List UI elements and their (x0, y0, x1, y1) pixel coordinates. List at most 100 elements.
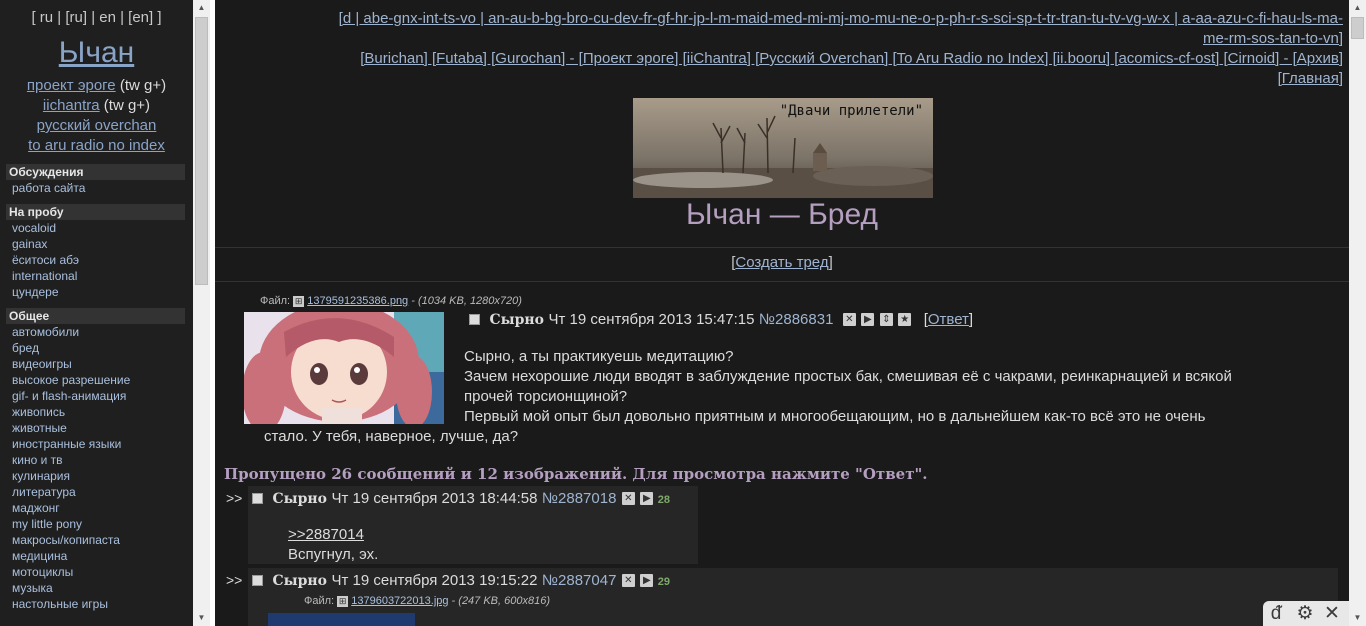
favorite-star-icon[interactable]: ★ (898, 313, 912, 327)
hide-post-icon[interactable]: ✕ (621, 574, 635, 588)
project-link-radio[interactable]: to aru radio no index (28, 137, 165, 154)
nav-item[interactable]: литература (12, 485, 76, 499)
nav-item[interactable]: бред (12, 341, 39, 355)
create-thread-link[interactable]: Создать тред (735, 254, 828, 271)
scroll-down-arrow[interactable]: ▼ (193, 610, 210, 626)
op-file-link[interactable]: 1379591235386.png (307, 295, 408, 307)
nav-item[interactable]: животные (12, 421, 67, 435)
file-label: Файл: (260, 295, 291, 307)
nav-item[interactable]: international (12, 269, 77, 283)
hide-post-icon[interactable]: ✕ (621, 492, 635, 506)
close-icon[interactable]: ✕ (1321, 603, 1343, 625)
project-link-overchan[interactable]: русский overchan (37, 117, 157, 134)
nav-item[interactable]: my little pony (12, 517, 82, 531)
message-line: Сырно, а ты практикуешь медитацию? (464, 348, 734, 365)
dollchan-toolbar: ᵭ ⚙ ✕ ★ ⟳ ← → ↑ ↓ ⚲ ▨ (1263, 601, 1349, 626)
post-date: Чт 19 сентября 2013 19:15:22 (331, 572, 538, 589)
banner-image: "Двачи прилетели" (633, 98, 933, 198)
reply-header: Сырно Чт 19 сентября 2013 19:15:22 №2887… (252, 572, 670, 590)
reply-arrows: >> (226, 490, 243, 506)
nav-section-trial: На пробу vocaloid gainax ёситоси абэ int… (6, 204, 185, 300)
post-number[interactable]: №2887047 (542, 572, 617, 589)
gear-icon[interactable]: ⚙ (1294, 603, 1316, 625)
post-number[interactable]: №2886831 (759, 311, 834, 328)
reply-post: Сырно Чт 19 сентября 2013 19:15:22 №2887… (248, 568, 1338, 626)
nav-item[interactable]: кино и тв (12, 453, 63, 467)
banner-caption: "Двачи прилетели" (780, 103, 923, 119)
op-message: Сырно, а ты практикуешь медитацию? Зачем… (464, 347, 1232, 427)
nav-item[interactable]: настольные игры (12, 597, 108, 611)
nav-section-title: На пробу (6, 204, 185, 220)
project-link-iichantra[interactable]: iichantra (43, 97, 100, 114)
post-checkbox[interactable] (252, 493, 263, 505)
message-line: прочей торсионщиной? (464, 388, 628, 405)
board-title: Ычан — Бред (685, 198, 878, 231)
main-scrollbar[interactable]: ▲ ▼ (1349, 0, 1366, 626)
nav-section-discussion: Обсуждения работа сайта (6, 164, 185, 196)
scroll-up-arrow[interactable]: ▲ (1349, 0, 1366, 16)
board-banner: "Двачи прилетели" (633, 98, 933, 198)
nav-scrollbar[interactable]: ▲ ▼ (193, 0, 210, 626)
message-line: стало. У тебя, наверное, лучше, да? (264, 428, 519, 445)
board-list-line[interactable]: me-rm-sos-tan-to-vn] (255, 29, 1343, 49)
nav-item[interactable]: автомобили (12, 325, 79, 339)
reply-header: Сырно Чт 19 сентября 2013 18:44:58 №2887… (252, 490, 670, 508)
nav-item[interactable]: высокое разрешение (12, 373, 130, 387)
divider (215, 247, 1349, 248)
scroll-thumb[interactable] (1351, 17, 1364, 39)
board-list-line[interactable]: [d | abe-gnx-int-ts-vo | an-au-b-bg-bro-… (255, 9, 1343, 29)
project-link-eroge[interactable]: проект эроге (27, 77, 116, 94)
play-icon[interactable]: ▶ (861, 313, 875, 327)
nav-item[interactable]: ёситоси абэ (12, 253, 79, 267)
site-logo-link[interactable]: Ычан (59, 36, 134, 69)
scroll-up-arrow[interactable]: ▲ (193, 0, 210, 16)
op-file-info: Файл: ⊞ 1379591235386.png - (1034 KB, 12… (260, 295, 522, 307)
omitted-notice: Пропущено 26 сообщений и 12 изображений.… (224, 465, 928, 483)
scroll-down-arrow[interactable]: ▼ (1349, 610, 1366, 626)
quote-link[interactable]: >>2887014 (288, 525, 364, 545)
nav-item[interactable]: цундере (12, 285, 59, 299)
de-logo-icon[interactable]: ᵭ (1265, 603, 1287, 625)
reply-file-link[interactable]: 1379603722013.jpg (351, 595, 448, 607)
board-nav: [ ru | [ru] | en | [en] ] Ычан проект эр… (0, 0, 193, 626)
reply-thumbnail[interactable] (268, 613, 415, 626)
file-meta: - (247 KB, 600x816) (448, 595, 551, 607)
nav-item[interactable]: gif- и flash-анимация (12, 389, 126, 403)
post-number[interactable]: №2887018 (542, 490, 617, 507)
poster-name: Сырно (272, 573, 328, 589)
op-thumbnail[interactable] (244, 312, 444, 424)
nav-item[interactable]: vocaloid (12, 221, 56, 235)
board-links: [d | abe-gnx-int-ts-vo | an-au-b-bg-bro-… (215, 0, 1349, 89)
nav-item[interactable]: gainax (12, 237, 47, 251)
reply-post: Сырно Чт 19 сентября 2013 18:44:58 №2887… (248, 486, 698, 564)
nav-item[interactable]: макросы/копипаста (12, 533, 120, 547)
file-search-icon[interactable]: ⊞ (337, 595, 349, 607)
nav-item[interactable]: медицина (12, 549, 67, 563)
nav-item[interactable]: работа сайта (12, 181, 85, 195)
post-buttons: ✕ ▶ ⇕ ★ (842, 311, 916, 328)
nav-item[interactable]: маджонг (12, 501, 60, 515)
language-links[interactable]: [ ru | [ru] | en | [en] ] (0, 9, 193, 26)
message-line: Зачем нехорошие люди вводят в заблуждени… (464, 368, 1232, 385)
board-list-line[interactable]: [Главная] (255, 69, 1343, 89)
play-icon[interactable]: ▶ (640, 574, 654, 588)
post-checkbox[interactable] (252, 575, 263, 587)
nav-item[interactable]: живопись (12, 405, 65, 419)
nav-section-title: Обсуждения (6, 164, 185, 180)
board-main: [d | abe-gnx-int-ts-vo | an-au-b-bg-bro-… (215, 0, 1349, 626)
scroll-thumb[interactable] (195, 17, 208, 285)
anime-girl-image (244, 312, 444, 424)
file-search-icon[interactable]: ⊞ (293, 295, 305, 307)
post-checkbox[interactable] (469, 314, 480, 326)
expand-thread-icon[interactable]: ⇕ (879, 313, 893, 327)
nav-item[interactable]: видеоигры (12, 357, 72, 371)
play-icon[interactable]: ▶ (640, 492, 654, 506)
hide-post-icon[interactable]: ✕ (842, 313, 856, 327)
nav-item[interactable]: кулинария (12, 469, 70, 483)
project-extra: (tw g+) (99, 97, 151, 114)
nav-item[interactable]: иностранные языки (12, 437, 121, 451)
nav-item[interactable]: музыка (12, 581, 53, 595)
nav-item[interactable]: мотоциклы (12, 565, 73, 579)
board-list-line[interactable]: [Burichan] [Futaba] [Gurochan] - [Проект… (255, 49, 1343, 69)
reply-link[interactable]: Ответ (928, 311, 969, 328)
